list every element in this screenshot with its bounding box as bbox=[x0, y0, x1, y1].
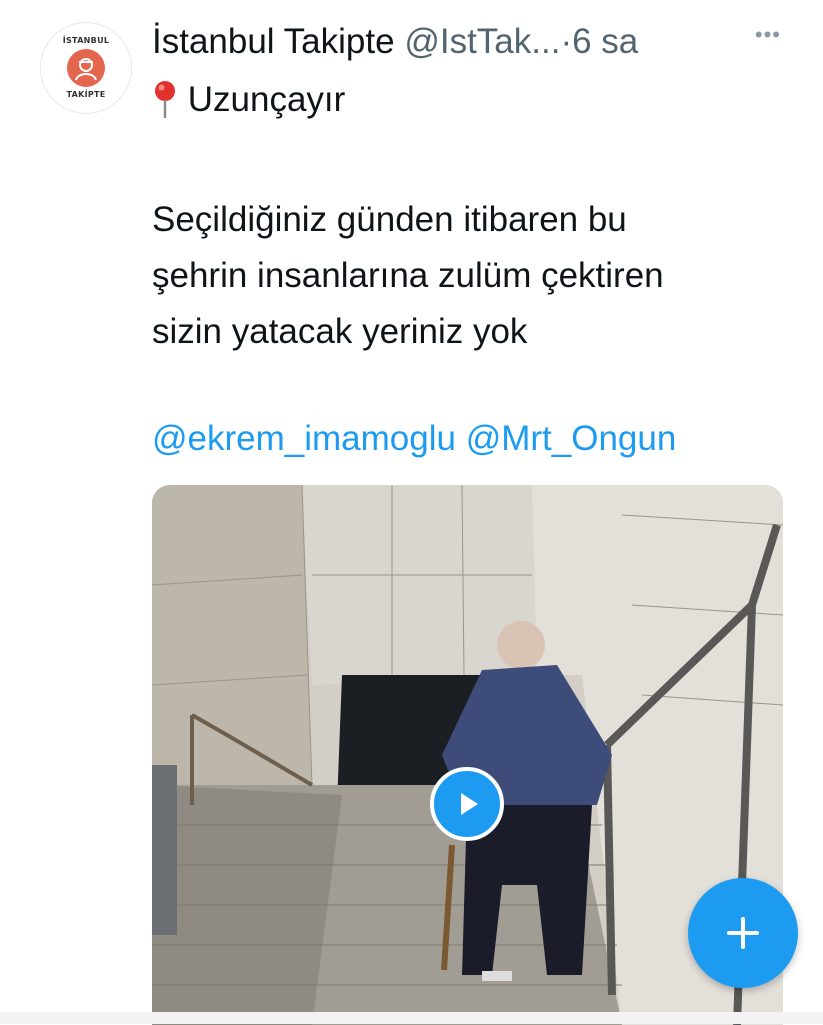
plus-icon bbox=[727, 917, 759, 949]
more-dots-icon[interactable]: ••• bbox=[755, 22, 781, 48]
tweet-header: İstanbul Takipte @IstTak...·6 sa bbox=[152, 20, 783, 64]
tweet-mentions: @ekrem_imamoglu @Mrt_Ongun bbox=[152, 414, 676, 464]
author-handle[interactable]: @IstTak... bbox=[404, 22, 560, 61]
play-button[interactable] bbox=[430, 767, 504, 841]
mention-link[interactable]: @ekrem_imamoglu bbox=[152, 419, 456, 458]
avatar-text-bottom: TAKİPTE bbox=[66, 90, 106, 99]
pin-icon bbox=[155, 81, 175, 118]
separator-dot: · bbox=[560, 22, 573, 61]
avatar-text-top: İSTANBUL bbox=[62, 36, 110, 45]
mention-link[interactable]: @Mrt_Ongun bbox=[466, 419, 677, 458]
tweet-text-line: sizin yatacak yeriniz yok bbox=[152, 312, 528, 351]
avatar-logo-icon bbox=[67, 49, 105, 87]
avatar[interactable]: İSTANBUL TAKİPTE bbox=[40, 22, 132, 114]
tweet-location: Uzunçayır bbox=[152, 78, 345, 122]
tweet-text: Seçildiğiniz günden itibaren bu şehrin i… bbox=[152, 192, 792, 360]
tweet[interactable]: İSTANBUL TAKİPTE İstanbul Takipte @IstTa… bbox=[0, 0, 823, 1025]
tweet-time[interactable]: 6 sa bbox=[572, 22, 638, 61]
tweet-text-line: şehrin insanlarına zulüm çektiren bbox=[152, 256, 664, 295]
author-name[interactable]: İstanbul Takipte bbox=[152, 22, 395, 61]
tweet-text-line: Seçildiğiniz günden itibaren bu bbox=[152, 200, 627, 239]
location-label: Uzunçayır bbox=[187, 80, 346, 119]
compose-button[interactable] bbox=[688, 878, 798, 988]
play-icon bbox=[461, 793, 478, 815]
bottom-bar bbox=[0, 1012, 823, 1024]
